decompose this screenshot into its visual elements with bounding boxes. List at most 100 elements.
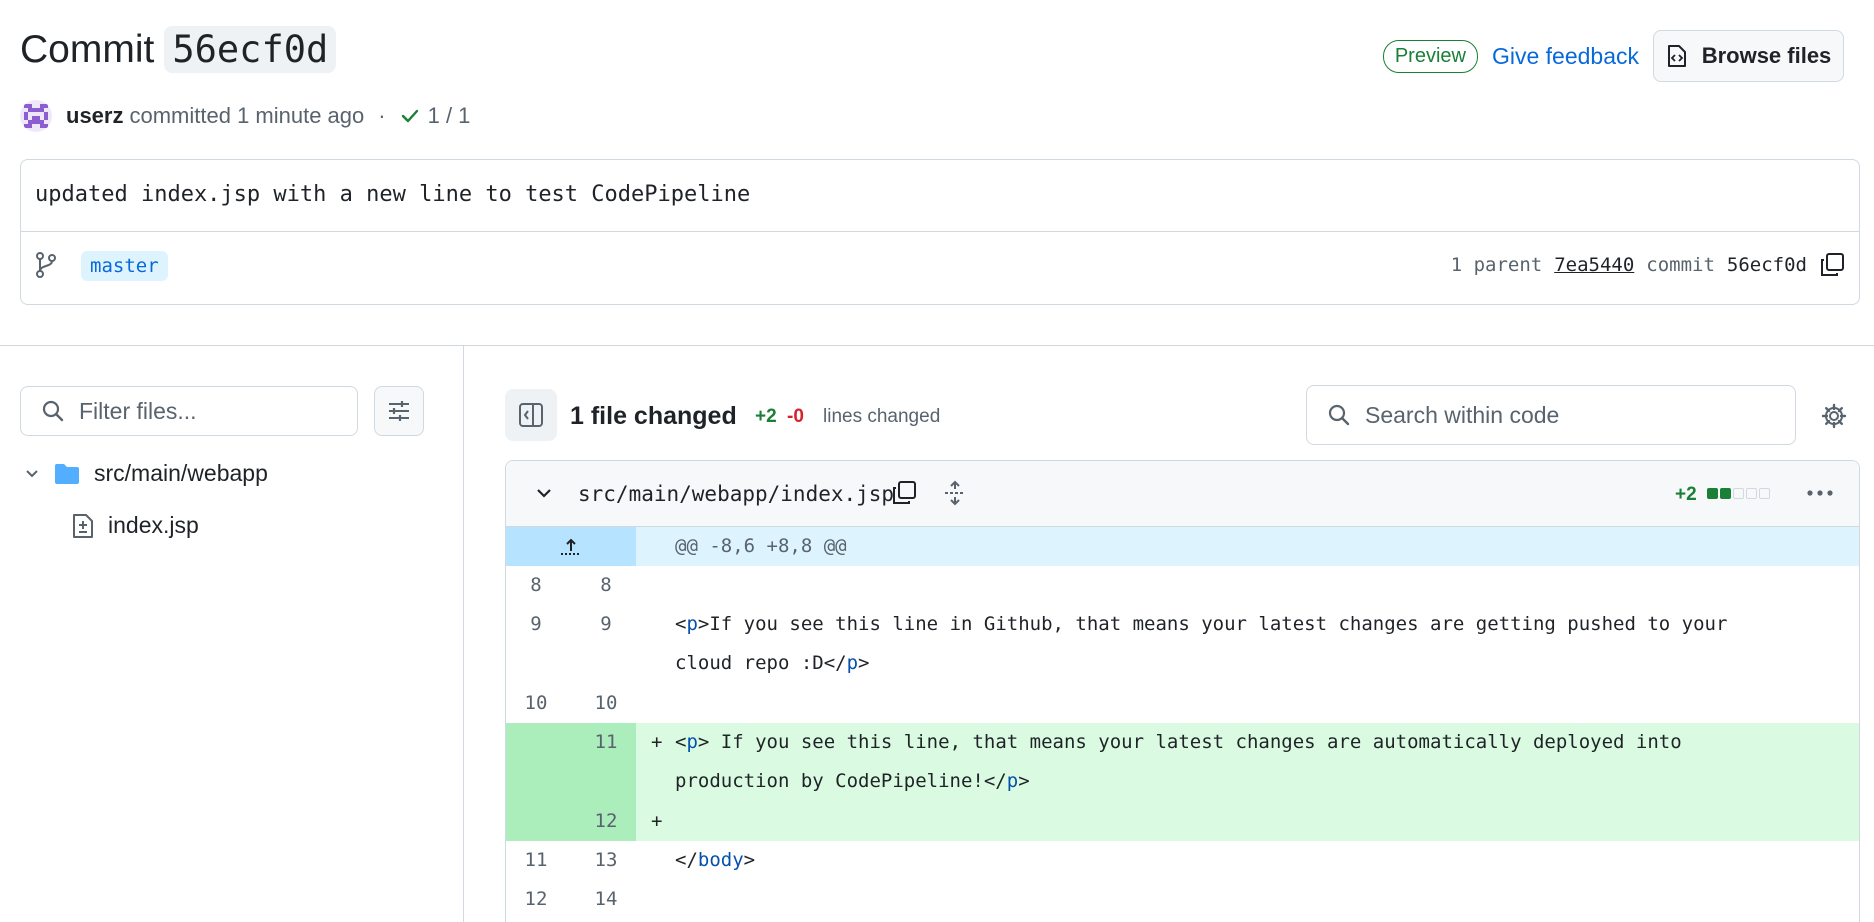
old-line-number[interactable]: 8 bbox=[506, 566, 566, 605]
diffstat-bar bbox=[1707, 488, 1772, 499]
new-line-number[interactable]: 11 bbox=[576, 723, 636, 762]
diff-line: 12 14 bbox=[506, 880, 1859, 919]
expand-up-button[interactable] bbox=[506, 527, 636, 566]
search-within-code-input[interactable]: Search within code bbox=[1306, 385, 1796, 445]
parent-info: 1 parent 7ea5440 commit 56ecf0d bbox=[1451, 252, 1845, 278]
code-token: > bbox=[1018, 770, 1030, 792]
diff-line-added: 11 + <p> If you see this line, that mean… bbox=[506, 723, 1859, 802]
hunk-header-row: @@ -8,6 +8,8 @@ bbox=[506, 527, 1859, 566]
code-tag: p bbox=[686, 613, 698, 635]
search-icon bbox=[42, 400, 64, 422]
checks-status[interactable]: 1 / 1 bbox=[400, 103, 471, 129]
page-title: Commit 56ecf0d bbox=[20, 26, 337, 73]
chevron-down-icon bbox=[26, 469, 38, 477]
sliders-icon bbox=[389, 401, 409, 421]
old-line-number[interactable]: 10 bbox=[506, 684, 566, 723]
code-token: >If you see this line in Github, that me… bbox=[697, 613, 1728, 635]
file-code-icon bbox=[1667, 45, 1686, 67]
preview-badge: Preview bbox=[1382, 39, 1478, 73]
code-tag: p bbox=[686, 731, 698, 753]
copy-icon[interactable] bbox=[891, 480, 917, 506]
diff-file: src/main/webapp/index.jsp +2 @@ -8,6 +8,… bbox=[505, 460, 1860, 922]
added-sign: + bbox=[651, 810, 663, 832]
new-line-number[interactable]: 13 bbox=[576, 841, 636, 880]
old-line-number[interactable]: 11 bbox=[506, 841, 566, 880]
tree-file[interactable]: index.jsp bbox=[72, 512, 199, 539]
new-line-number[interactable]: 9 bbox=[576, 605, 636, 644]
folder-icon bbox=[55, 463, 79, 484]
code-tag: body bbox=[697, 849, 744, 871]
tree-folder[interactable]: src/main/webapp bbox=[24, 460, 268, 487]
gear-icon[interactable] bbox=[1820, 402, 1848, 430]
section-divider bbox=[0, 345, 1874, 346]
file-name: index.jsp bbox=[108, 512, 199, 538]
additions-count: +2 bbox=[755, 406, 777, 427]
code-token: > bbox=[858, 652, 870, 674]
parent-label: 1 parent bbox=[1450, 254, 1543, 276]
code-token: production by CodePipeline!</ bbox=[675, 770, 1007, 792]
code-text: <p> If you see this line, that means you… bbox=[675, 723, 1682, 762]
code-tag: p bbox=[846, 652, 859, 674]
filter-files-input[interactable]: Filter files... bbox=[20, 386, 358, 436]
checks-count: 1 / 1 bbox=[427, 103, 471, 128]
hunk-header: @@ -8,6 +8,8 @@ bbox=[675, 535, 847, 557]
expand-all-icon[interactable] bbox=[943, 480, 967, 506]
commit-meta: userz committed 1 minute ago · 1 / 1 bbox=[20, 100, 470, 132]
files-changed-count: 1 file changed bbox=[570, 402, 737, 430]
new-line-number[interactable]: 8 bbox=[576, 566, 636, 605]
committed-time: committed 1 minute ago bbox=[129, 103, 365, 128]
code-token: < bbox=[675, 731, 687, 753]
browse-files-label: Browse files bbox=[1701, 43, 1832, 68]
code-token: > bbox=[743, 849, 756, 871]
sidebar-collapse-icon bbox=[519, 403, 543, 427]
deletions-count: -0 bbox=[787, 406, 804, 427]
code-text-wrap: production by CodePipeline!</p> bbox=[675, 762, 1030, 801]
more-options-icon[interactable] bbox=[1806, 481, 1834, 505]
branch-badge[interactable]: master bbox=[81, 251, 168, 281]
diff-line: 10 10 bbox=[506, 684, 1859, 723]
new-line-number[interactable]: 12 bbox=[576, 802, 636, 841]
author-link[interactable]: userz bbox=[66, 103, 123, 129]
browse-files-button[interactable]: Browse files bbox=[1653, 30, 1844, 82]
code-text: <p>If you see this line in Github, that … bbox=[675, 605, 1727, 644]
title-commit-sha: 56ecf0d bbox=[164, 26, 337, 73]
header-actions: Preview Give feedback Browse files bbox=[1382, 30, 1844, 82]
lines-changed-label: lines changed bbox=[823, 406, 941, 427]
old-line-number[interactable]: 12 bbox=[506, 880, 566, 919]
added-sign: + bbox=[651, 731, 663, 753]
diff-file-path[interactable]: src/main/webapp/index.jsp bbox=[578, 482, 894, 506]
parent-sha-link[interactable]: 7ea5440 bbox=[1554, 254, 1634, 276]
commit-sha: 56ecf0d bbox=[1726, 254, 1807, 276]
diff-file-header: src/main/webapp/index.jsp +2 bbox=[506, 461, 1859, 527]
expand-up-icon bbox=[561, 538, 581, 555]
code-token: </ bbox=[675, 849, 698, 871]
diff-line-added: 12 + bbox=[506, 802, 1859, 841]
code-tag: p bbox=[1006, 770, 1019, 792]
separator-dot: · bbox=[378, 103, 386, 128]
commit-label: commit bbox=[1646, 254, 1715, 276]
avatar[interactable] bbox=[20, 100, 52, 132]
old-line-number[interactable]: 9 bbox=[506, 605, 566, 644]
commit-message-box: updated index.jsp with a new line to tes… bbox=[20, 159, 1860, 305]
chevron-down-icon[interactable] bbox=[534, 483, 554, 503]
give-feedback-link[interactable]: Give feedback bbox=[1492, 43, 1639, 70]
diff-line: 8 8 bbox=[506, 566, 1859, 605]
git-branch-icon bbox=[36, 252, 56, 278]
identicon-icon bbox=[24, 104, 48, 128]
code-token: < bbox=[675, 613, 687, 635]
check-icon bbox=[401, 109, 418, 123]
commit-message: updated index.jsp with a new line to tes… bbox=[35, 182, 751, 207]
new-line-number[interactable]: 14 bbox=[576, 880, 636, 919]
filter-options-button[interactable] bbox=[374, 386, 424, 436]
diff-line: 11 13 </body> bbox=[506, 841, 1859, 880]
copy-icon[interactable] bbox=[1819, 252, 1845, 278]
code-text: </body> bbox=[675, 841, 755, 880]
search-within-code-placeholder: Search within code bbox=[1365, 401, 1560, 428]
code-text-wrap: cloud repo :D</p> bbox=[675, 644, 870, 683]
sidebar-divider bbox=[463, 345, 464, 922]
toggle-file-tree-button[interactable] bbox=[505, 389, 557, 441]
file-additions-count: +2 bbox=[1675, 484, 1697, 505]
new-line-number[interactable]: 10 bbox=[576, 684, 636, 723]
diff-line: 9 9 <p>If you see this line in Github, t… bbox=[506, 605, 1859, 684]
search-icon bbox=[1328, 404, 1350, 426]
